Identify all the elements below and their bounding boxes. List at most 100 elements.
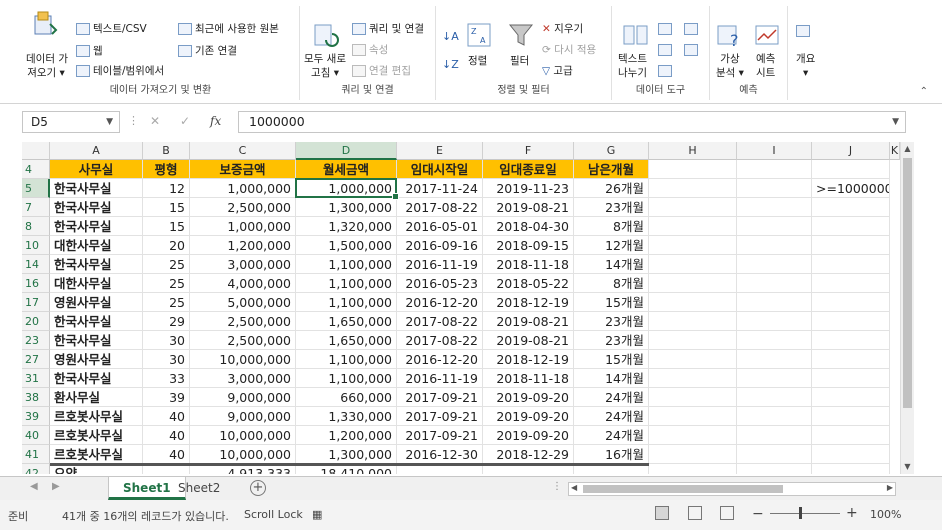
consolidate-icon[interactable] [684,22,701,36]
cell[interactable]: 23개월 [574,331,649,350]
cell[interactable]: 25 [143,293,190,312]
cell[interactable] [649,331,737,350]
cell[interactable]: 2018-11-18 [483,255,574,274]
cell[interactable] [737,293,812,312]
horizontal-scrollbar[interactable]: ◀ ▶ [568,482,896,496]
cell[interactable] [649,426,737,445]
formula-input[interactable]: 1000000 ▼ [238,111,906,133]
sort-za-icon[interactable]: ↓Z [442,58,459,72]
cell[interactable]: 2016-05-23 [397,274,483,293]
cell[interactable]: 2018-05-22 [483,274,574,293]
cell[interactable]: >=1000000 [812,179,890,198]
cell[interactable]: 1,100,000 [296,350,397,369]
cell[interactable]: 2016-12-30 [397,445,483,464]
column-header[interactable]: B [143,142,190,160]
cell[interactable]: 2019-09-20 [483,388,574,407]
cell[interactable]: 1,200,000 [190,236,296,255]
cell[interactable] [812,445,890,464]
data-validation-icon[interactable] [658,64,675,78]
cell[interactable]: 2,500,000 [190,312,296,331]
cell[interactable]: 3,000,000 [190,369,296,388]
cell[interactable]: 2019-11-23 [483,179,574,198]
cell[interactable]: 1,300,000 [296,198,397,217]
row-header[interactable]: 27 [22,350,50,369]
column-header[interactable]: J [812,142,890,160]
cell[interactable]: 1,500,000 [296,236,397,255]
reapply-button[interactable]: ⟳ 다시 적용 [542,43,596,57]
cell[interactable]: 24개월 [574,426,649,445]
cell[interactable]: 1,100,000 [296,293,397,312]
vertical-scrollbar[interactable]: ▲ ▼ [900,142,914,474]
cell[interactable]: 2017-09-21 [397,388,483,407]
cell[interactable] [812,426,890,445]
recent-sources-button[interactable]: 최근에 사용한 원본 [178,22,279,36]
get-data-button[interactable]: 데이터 가 져오기 ▾ [26,52,68,80]
properties-button[interactable]: 속성 [352,43,388,57]
cell[interactable]: 40 [143,407,190,426]
scroll-left-icon[interactable]: ◀ [571,483,577,492]
cell[interactable]: 660,000 [296,388,397,407]
collapse-ribbon-icon[interactable]: ⌃ [920,86,928,97]
cell[interactable]: 15개월 [574,350,649,369]
cell[interactable]: 2016-11-19 [397,255,483,274]
cell[interactable] [737,274,812,293]
cell[interactable] [737,407,812,426]
cell[interactable]: 2018-04-30 [483,217,574,236]
sort-button[interactable]: 정렬 [468,54,487,68]
add-sheet-icon[interactable]: + [250,480,266,496]
cell[interactable]: 1,330,000 [296,407,397,426]
cell[interactable] [737,426,812,445]
row-header[interactable]: 8 [22,217,50,236]
cell[interactable]: 1,200,000 [296,426,397,445]
scroll-right-icon[interactable]: ▶ [887,483,893,492]
cell[interactable]: 2017-11-24 [397,179,483,198]
cell[interactable] [649,293,737,312]
cell[interactable]: 2017-09-21 [397,426,483,445]
cell[interactable] [812,217,890,236]
cell[interactable]: 1,100,000 [296,274,397,293]
cell[interactable]: 30 [143,331,190,350]
cell[interactable] [649,350,737,369]
cell[interactable]: 10,000,000 [190,445,296,464]
forecast-sheet-button[interactable]: 예측 시트 [756,52,775,80]
cell[interactable] [649,198,737,217]
row-header[interactable]: 17 [22,293,50,312]
next-sheet-icon[interactable]: ▶ [52,481,60,492]
cell[interactable] [812,369,890,388]
cell[interactable]: 2019-08-21 [483,198,574,217]
cell[interactable]: 29 [143,312,190,331]
horizontal-scroll-thumb[interactable] [583,485,783,493]
cell[interactable] [649,160,737,179]
cell[interactable]: 2016-11-19 [397,369,483,388]
advanced-button[interactable]: ▽ 고급 [542,64,573,78]
cell[interactable]: 르호봇사무실 [50,426,143,445]
cell[interactable]: 23개월 [574,198,649,217]
cell[interactable]: 9,000,000 [190,388,296,407]
column-header[interactable]: K [890,142,900,160]
cell[interactable]: 24개월 [574,407,649,426]
sort-az-icon[interactable]: ↓A [442,30,459,44]
cell[interactable] [649,445,737,464]
chevron-down-icon[interactable]: ▼ [106,112,113,132]
zoom-out-icon[interactable]: − [752,506,764,522]
cell[interactable]: 1,650,000 [296,331,397,350]
zoom-slider[interactable] [770,513,840,514]
cell[interactable] [737,331,812,350]
cell[interactable]: 39 [143,388,190,407]
cell[interactable]: 한국사무실 [50,198,143,217]
cell[interactable]: 1,000,000 [296,179,397,198]
cell[interactable] [649,217,737,236]
table-range-button[interactable]: 테이블/범위에서 [76,64,164,78]
cell[interactable]: 2019-08-21 [483,331,574,350]
column-header[interactable]: C [190,142,296,160]
zoom-slider-thumb[interactable] [799,507,802,519]
cell[interactable]: 환사무실 [50,388,143,407]
cell[interactable]: 2018-12-29 [483,445,574,464]
cell[interactable]: 2,500,000 [190,198,296,217]
row-header[interactable]: 31 [22,369,50,388]
queries-connections-button[interactable]: 쿼리 및 연결 [352,22,424,36]
cell[interactable]: 2016-12-20 [397,293,483,312]
cell[interactable] [737,179,812,198]
cell[interactable]: 2018-11-18 [483,369,574,388]
cell[interactable]: 15 [143,217,190,236]
